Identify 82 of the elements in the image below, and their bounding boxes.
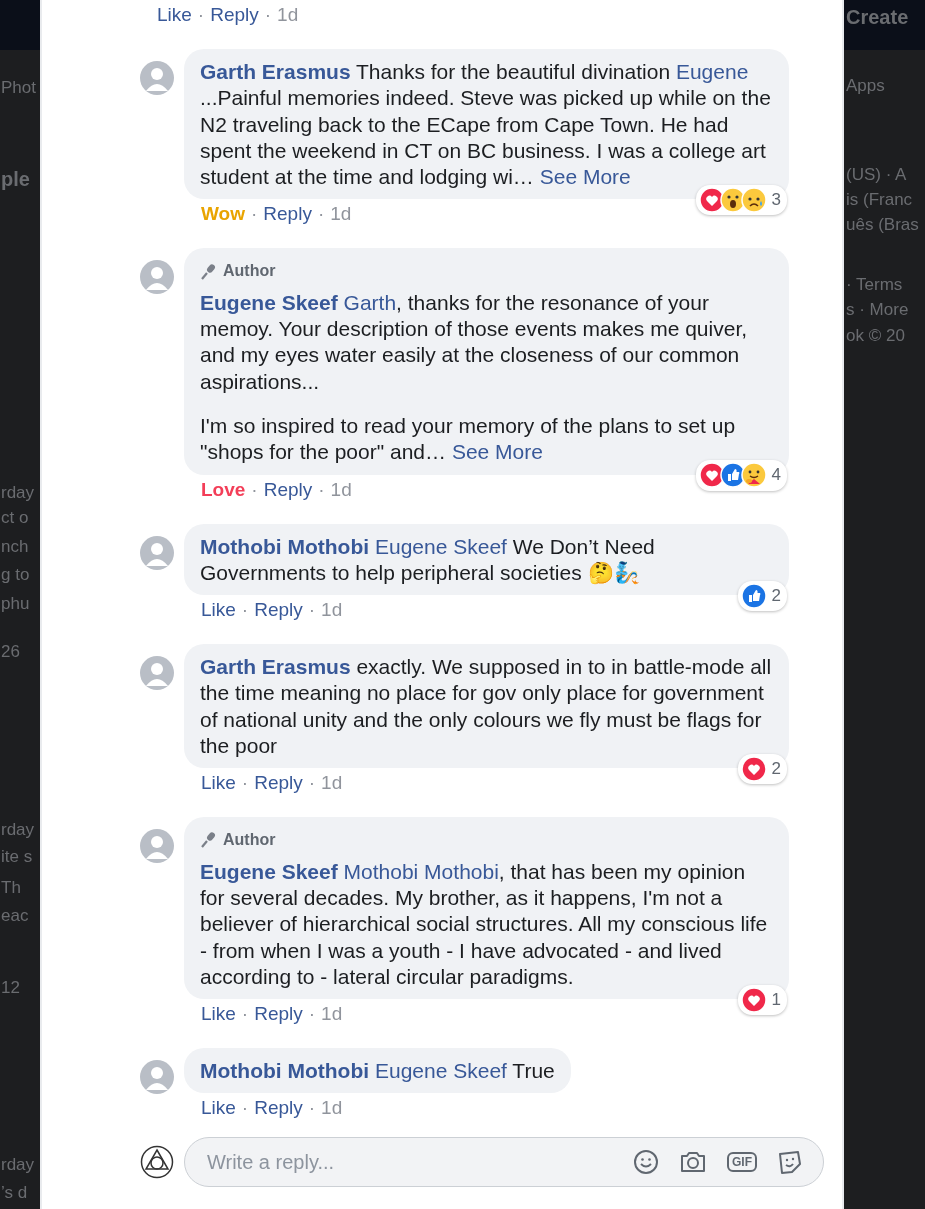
comment-text: Eugene Skeef Garth, thanks for the resonance of your memoy. Your description of those events makes me quiver, and my eyes water easily at the closeness of our common aspirations... xyxy=(200,289,749,395)
reaction-summary[interactable]: 3 xyxy=(695,185,787,216)
action-link[interactable]: Like xyxy=(201,1097,236,1120)
background-text: · Terms xyxy=(846,275,903,295)
avatar[interactable] xyxy=(140,535,174,570)
avatar[interactable] xyxy=(140,61,174,95)
separator: · xyxy=(308,1003,316,1026)
avatar[interactable] xyxy=(140,1060,174,1095)
background-text: Create xyxy=(846,6,909,29)
separator: · xyxy=(251,203,258,226)
action-link[interactable]: Like xyxy=(157,4,192,26)
background-text: 26 xyxy=(1,642,20,662)
author-label: Author xyxy=(223,261,276,282)
separator: · xyxy=(308,1097,316,1120)
separator: · xyxy=(308,772,316,795)
microphone-icon xyxy=(200,831,218,850)
timestamp: 1d xyxy=(330,203,352,226)
camera-icon[interactable] xyxy=(679,1150,707,1175)
background-text: 12 xyxy=(1,978,20,998)
timestamp: 1d xyxy=(321,1003,343,1026)
reaction-summary[interactable]: 2 xyxy=(737,580,787,612)
background-text: uês (Bras xyxy=(846,215,919,235)
author-label: Author xyxy=(223,830,276,851)
background-text: is (Franc xyxy=(846,190,913,210)
avatar[interactable] xyxy=(140,260,174,295)
separator: · xyxy=(308,599,316,622)
avatar[interactable] xyxy=(140,829,174,864)
action-link[interactable]: Reply xyxy=(254,599,303,622)
action-link[interactable]: Reply xyxy=(210,4,259,26)
background-text: eac xyxy=(1,906,29,926)
background-text: ple xyxy=(1,168,30,191)
background-text: Apps xyxy=(846,76,885,96)
separator: · xyxy=(241,1097,249,1120)
background-text: phu xyxy=(1,594,30,614)
background-text: rday xyxy=(1,820,35,840)
background-text: s · More xyxy=(846,300,909,320)
background-text: ite s xyxy=(1,847,33,867)
separator: · xyxy=(317,203,325,226)
sticker-icon[interactable] xyxy=(777,1149,803,1176)
action-link[interactable]: Like xyxy=(201,772,236,795)
timestamp: 1d xyxy=(321,772,343,795)
reply-field[interactable]: Write a reply... GIF xyxy=(184,1137,824,1188)
background-text: nch xyxy=(1,537,29,557)
action-link[interactable]: Like xyxy=(201,599,236,622)
reaction-summary[interactable]: 2 xyxy=(737,754,787,785)
background-text: ok © 20 xyxy=(846,326,905,346)
timestamp: 1d xyxy=(321,1097,343,1120)
emoji-icon[interactable] xyxy=(633,1149,659,1176)
separator: · xyxy=(251,478,258,501)
background-text: rday xyxy=(1,483,35,503)
reaction-summary[interactable]: 1 xyxy=(737,984,787,1016)
background-text: Th xyxy=(1,878,21,898)
timestamp: 1d xyxy=(277,4,299,26)
background-text: g to xyxy=(1,565,30,585)
separator: · xyxy=(241,772,249,795)
action-link[interactable]: Reply xyxy=(263,478,313,501)
avatar xyxy=(140,1145,174,1180)
background-text: ’s d xyxy=(1,1183,28,1203)
microphone-icon xyxy=(200,262,218,281)
comment-text: Mothobi Mothobi Eugene Skeef We Don’t Need Governments to help peripheral societies 🤔🧞 xyxy=(200,533,656,587)
reaction-summary[interactable]: 4 xyxy=(695,460,787,491)
timestamp: 1d xyxy=(321,599,343,622)
avatar[interactable] xyxy=(140,656,174,691)
separator: · xyxy=(318,478,325,501)
action-link[interactable]: Reply xyxy=(263,203,312,226)
action-link[interactable]: Reply xyxy=(254,1097,303,1120)
background-text: (US) · A xyxy=(846,165,907,185)
top-bar xyxy=(0,0,40,50)
action-link[interactable]: Reply xyxy=(254,1003,303,1026)
reaction-link[interactable]: Love xyxy=(201,478,246,501)
separator: · xyxy=(241,1003,249,1026)
timestamp: 1d xyxy=(330,478,352,501)
background-text: Phot xyxy=(1,78,36,98)
comment-text: Mothobi Mothobi Eugene Skeef True xyxy=(200,1058,555,1085)
separator: · xyxy=(264,4,272,26)
separator: · xyxy=(197,4,205,26)
gif-button[interactable]: GIF xyxy=(727,1152,757,1173)
background-text: rday xyxy=(1,1155,35,1175)
separator: · xyxy=(241,599,249,622)
action-link[interactable]: Reply xyxy=(254,772,303,795)
background-text: ct o xyxy=(1,508,29,528)
action-link[interactable]: Like xyxy=(201,1003,236,1026)
